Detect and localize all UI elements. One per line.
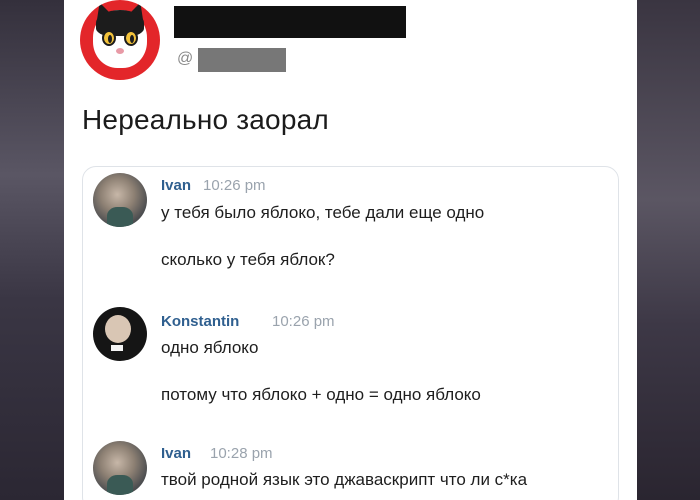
- tweet-author-avatar[interactable]: [80, 0, 160, 80]
- background-left: [0, 0, 64, 500]
- message-author[interactable]: Ivan: [161, 177, 191, 194]
- message-line: потому что яблоко + одно = одно яблоко: [161, 385, 481, 404]
- avatar[interactable]: [93, 441, 147, 495]
- message-time: 10:28 pm: [210, 445, 273, 462]
- message-time: 10:26 pm: [203, 177, 266, 194]
- message-author[interactable]: Konstantin: [161, 313, 239, 330]
- message-line: сколько у тебя яблок?: [161, 250, 335, 269]
- background-right: [637, 0, 700, 500]
- redacted-handle: [198, 48, 286, 72]
- message-line: твой родной язык это джаваскрипт что ли …: [161, 470, 528, 489]
- tweet-handle-prefix: @: [177, 50, 194, 67]
- cat-eye-right: [124, 30, 138, 46]
- tweet-card: @ Нереально заорал Ivan 10:26 pm у тебя …: [64, 0, 637, 500]
- message-line: одно яблоко: [161, 338, 259, 357]
- avatar[interactable]: [93, 173, 147, 227]
- cat-nose: [116, 48, 124, 54]
- chat-screenshot: Ivan 10:26 pm у тебя было яблоко, тебе д…: [82, 166, 619, 500]
- tweet-text: Нереально заорал: [82, 104, 329, 135]
- redacted-display-name: [174, 6, 406, 38]
- message-author[interactable]: Ivan: [161, 445, 191, 462]
- message-line: у тебя было яблоко, тебе дали еще одно: [161, 203, 485, 222]
- avatar[interactable]: [93, 307, 147, 361]
- cat-eye-left: [102, 30, 116, 46]
- message-time: 10:26 pm: [272, 313, 335, 330]
